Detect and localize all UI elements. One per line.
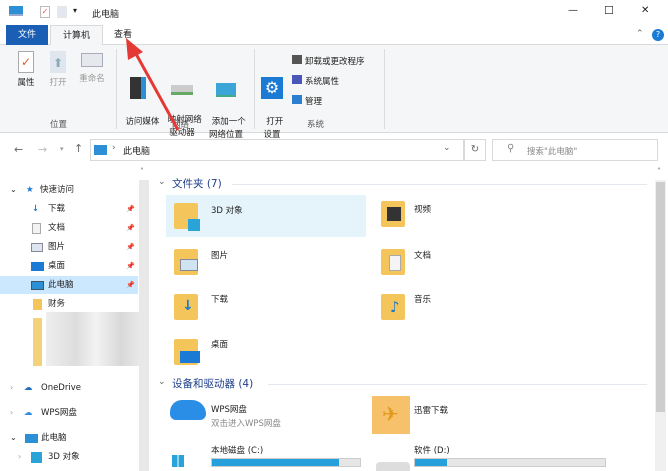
- annotation-arrow: [126, 38, 180, 131]
